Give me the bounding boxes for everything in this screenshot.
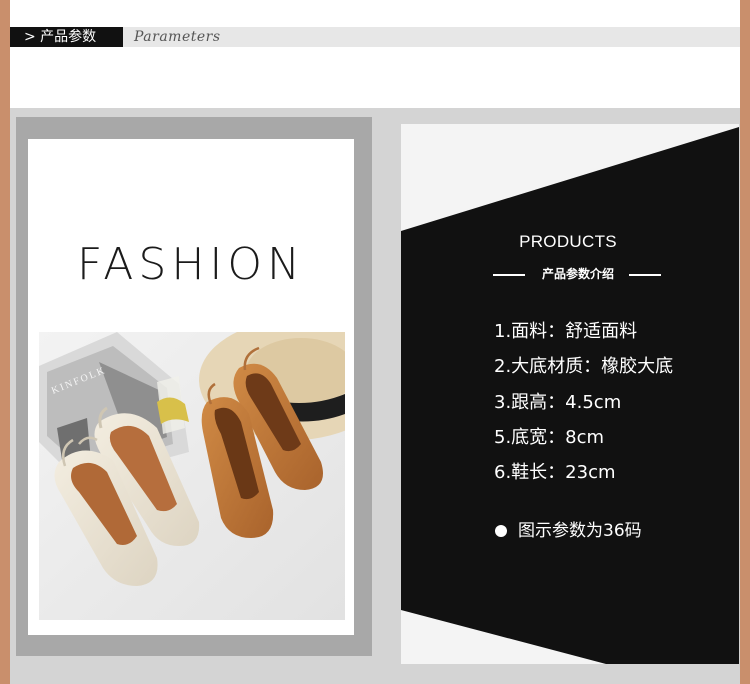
spec-heel-height: 3.跟高：4.5cm bbox=[494, 391, 622, 413]
subtitle-line-left bbox=[493, 274, 525, 276]
bullet-icon bbox=[495, 525, 507, 537]
spec-shoe-length: 6.鞋长：23cm bbox=[494, 462, 616, 484]
size-note: 图示参数为36码 bbox=[518, 521, 642, 541]
right-border bbox=[740, 0, 750, 684]
spec-sole-width: 5.底宽：8cm bbox=[494, 426, 605, 448]
products-panel: PRODUCTS 产品参数介绍 1.面料：舒适面料 2.大底材质：橡胶大底 3.… bbox=[401, 124, 739, 664]
spec-list: 1.面料：舒适面料 2.大底材质：橡胶大底 3.跟高：4.5cm 5.底宽：8c… bbox=[494, 314, 673, 490]
spec-material: 1.面料：舒适面料 bbox=[494, 321, 638, 342]
products-subtitle-row: 产品参数介绍 bbox=[493, 264, 663, 284]
section-header: > 产品参数 Parameters bbox=[10, 27, 740, 47]
spec-sole: 2.大底材质：橡胶大底 bbox=[494, 356, 674, 378]
fashion-title: FASHION bbox=[77, 239, 305, 290]
section-label-cn: > 产品参数 bbox=[10, 27, 123, 47]
fashion-panel: FASHION KINFOLK bbox=[16, 117, 372, 656]
subtitle-line-right bbox=[629, 274, 661, 276]
section-label-en: Parameters bbox=[134, 29, 221, 45]
top-area: > 产品参数 Parameters bbox=[10, 0, 740, 108]
products-title: PRODUCTS bbox=[519, 232, 617, 251]
fashion-card: FASHION KINFOLK bbox=[28, 139, 354, 635]
product-photo: KINFOLK bbox=[39, 332, 345, 620]
products-subtitle: 产品参数介绍 bbox=[541, 267, 614, 281]
left-border bbox=[0, 0, 10, 684]
